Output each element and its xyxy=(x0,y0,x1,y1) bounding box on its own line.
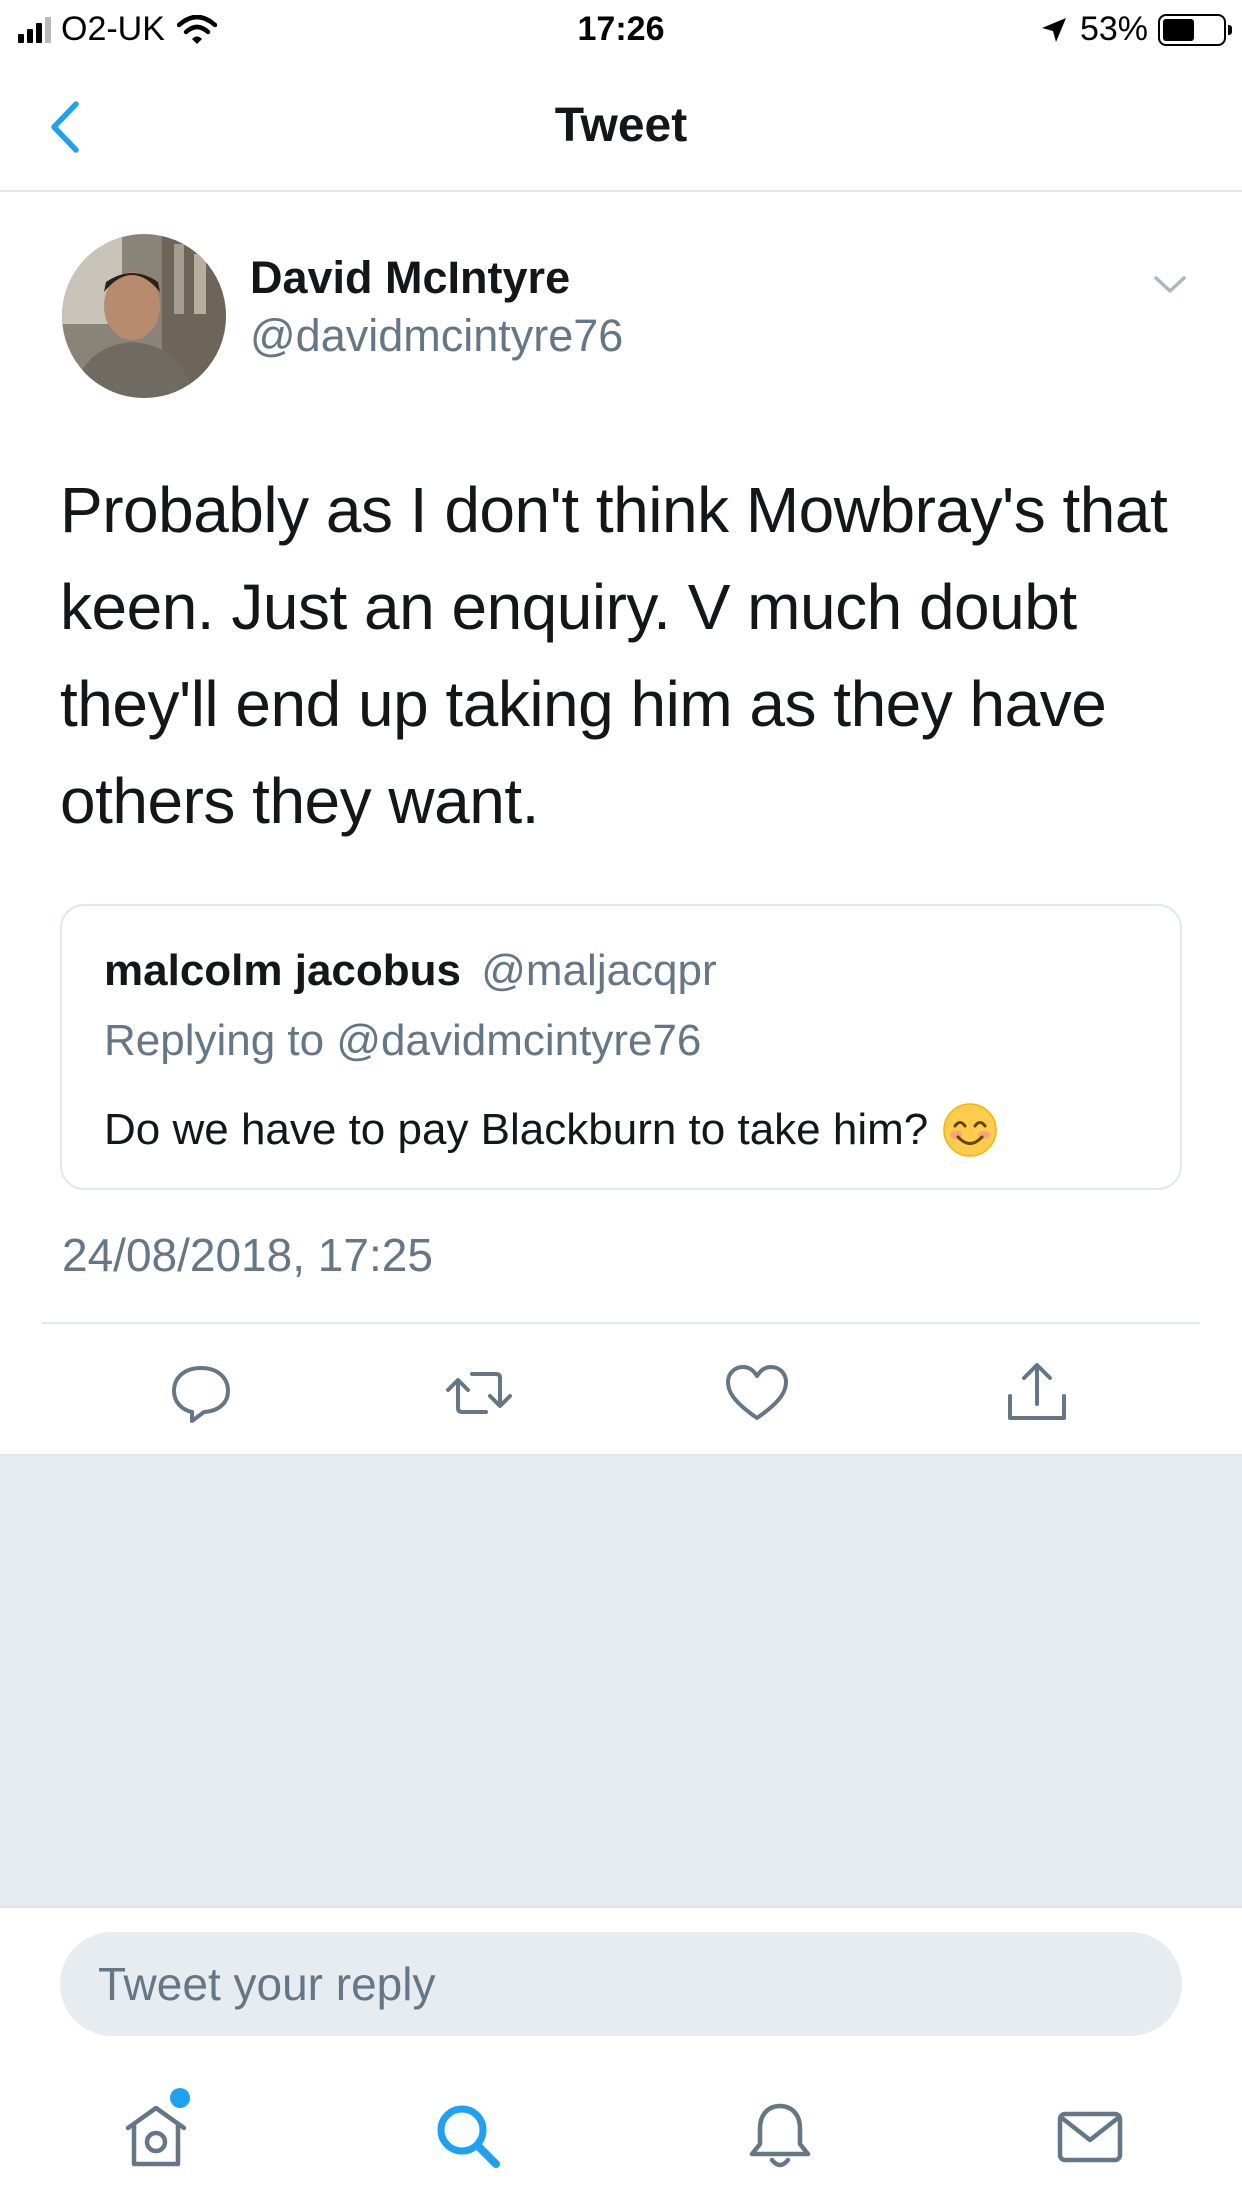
divider xyxy=(42,1322,1200,1324)
battery-icon xyxy=(1158,13,1232,46)
status-bar: O2-UK 17:26 53% xyxy=(0,0,1242,62)
tab-home[interactable] xyxy=(118,2098,194,2174)
home-icon xyxy=(125,2105,187,2167)
search-icon xyxy=(437,2105,500,2168)
chevron-down-icon xyxy=(1154,276,1186,293)
page-title: Tweet xyxy=(554,99,688,152)
nav-bar: Tweet xyxy=(0,62,1242,192)
author-name[interactable]: David McIntyre xyxy=(250,252,570,304)
status-right: 53% xyxy=(1040,10,1232,49)
quoted-author-name: malcolm jacobus xyxy=(104,946,462,995)
more-options-button[interactable] xyxy=(1150,268,1190,300)
tweet-text: Probably as I don't think Mowbray's that… xyxy=(60,474,1168,837)
quoted-replying-to: Replying to @davidmcintyre76 xyxy=(104,1016,702,1065)
retweet-icon xyxy=(446,1372,512,1414)
location-arrow-icon xyxy=(1041,17,1066,42)
quoted-author-handle: @maljacqpr xyxy=(481,946,717,995)
tab-notifications[interactable] xyxy=(742,2098,818,2174)
share-icon xyxy=(1008,1363,1066,1420)
replies-area xyxy=(0,1454,1242,1908)
tweet-timestamp: 24/08/2018, 17:25 xyxy=(62,1229,433,1281)
reply-input[interactable] xyxy=(60,1932,1182,2036)
smiling-face-emoji-icon xyxy=(943,1103,997,1157)
quoted-tweet[interactable]: malcolm jacobus @maljacqpr Replying to @… xyxy=(60,904,1182,1190)
tab-search[interactable] xyxy=(430,2098,506,2174)
envelope-icon xyxy=(1057,2111,1123,2163)
like-icon xyxy=(726,1365,788,1420)
retweet-button[interactable] xyxy=(444,1358,514,1428)
tab-messages[interactable] xyxy=(1052,2098,1128,2174)
quoted-tweet-header: malcolm jacobus @maljacqpr xyxy=(104,946,717,996)
quoted-tweet-text: Do we have to pay Blackburn to take him? xyxy=(104,1105,929,1154)
new-content-dot xyxy=(170,2088,190,2108)
like-button[interactable] xyxy=(722,1358,792,1428)
avatar-photo xyxy=(62,234,226,398)
battery-percent: 53% xyxy=(1079,10,1148,48)
quoted-tweet-body: Do we have to pay Blackburn to take him? xyxy=(104,1102,998,1158)
reply-icon xyxy=(172,1366,230,1423)
bell-icon xyxy=(749,2103,811,2168)
share-button[interactable] xyxy=(1002,1358,1072,1428)
avatar[interactable] xyxy=(62,234,226,398)
author-handle[interactable]: @davidmcintyre76 xyxy=(250,310,623,362)
reply-button[interactable] xyxy=(166,1358,236,1428)
